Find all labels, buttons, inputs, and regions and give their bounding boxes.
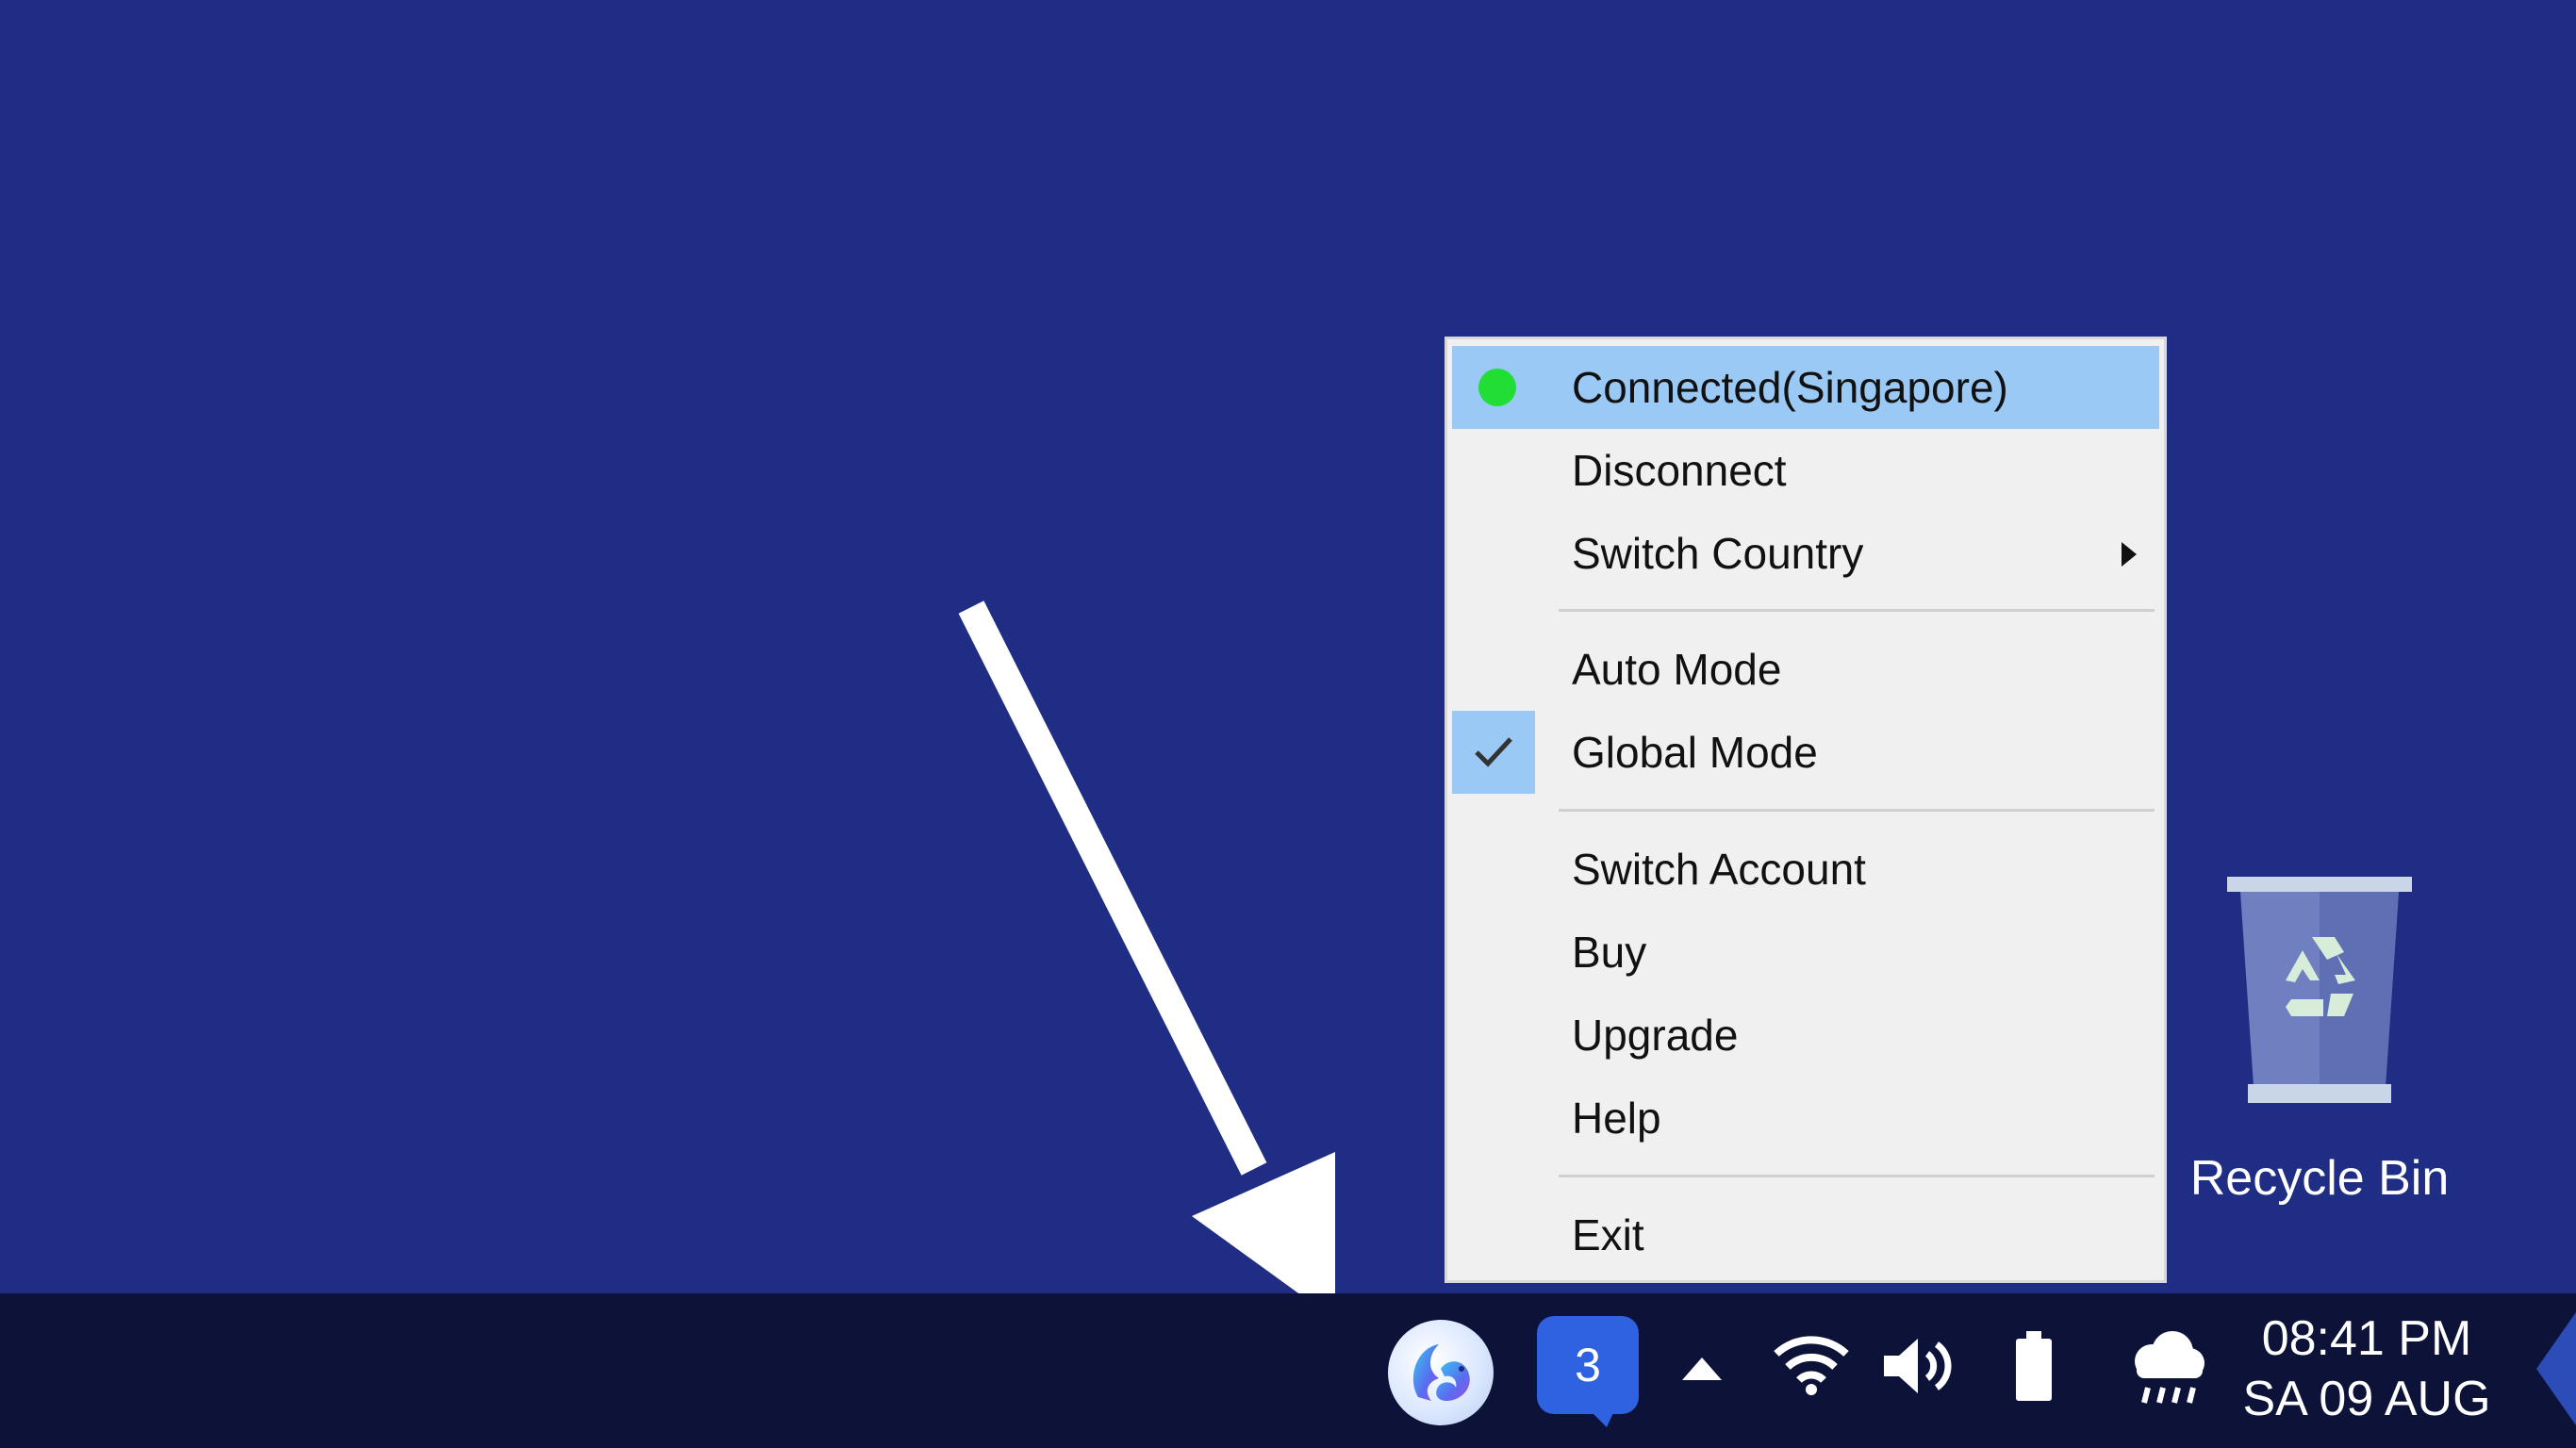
taskbar-clock[interactable]: 08:41 PM SA 09 AUG [2235,1308,2499,1429]
show-hidden-icons-icon[interactable] [1680,1356,1724,1382]
recycle-bin[interactable]: Recycle Bin [2169,877,2470,1216]
battery-icon[interactable] [2014,1331,2054,1403]
taskbar: 3 08:41 PM SA 09 AUG [0,1293,2576,1448]
recycle-bin-icon [2227,877,2412,1103]
weather-rain-icon[interactable] [2127,1327,2208,1407]
show-desktop-button[interactable] [2536,1312,2576,1425]
notification-badge[interactable]: 3 [1537,1316,1639,1414]
recycle-bin-label: Recycle Bin [2189,1151,2450,1206]
notification-badge-tail [1586,1407,1616,1427]
pointer-arrow-icon [958,601,1335,1320]
clock-date: SA 09 AUG [2242,1372,2491,1426]
vpn-app-icon[interactable] [1388,1320,1494,1425]
volume-icon[interactable] [1880,1333,1959,1399]
clock-time: 08:41 PM [2261,1311,2472,1366]
wifi-icon[interactable] [1773,1331,1850,1397]
